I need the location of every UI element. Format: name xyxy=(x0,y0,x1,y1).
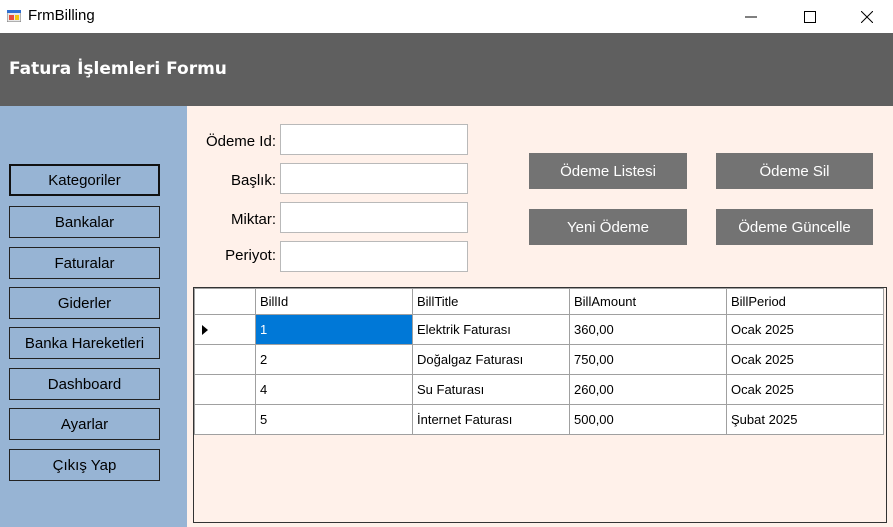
miktar-input[interactable] xyxy=(280,202,468,233)
nav-kategoriler-button[interactable]: Kategoriler xyxy=(9,164,160,196)
table-cell[interactable]: 750,00 xyxy=(569,344,727,375)
column-header-billid[interactable]: BillId xyxy=(255,288,413,315)
row-header-corner xyxy=(194,288,256,315)
odeme-sil-button[interactable]: Ödeme Sil xyxy=(716,153,873,189)
table-row[interactable]: 4 Su Faturası 260,00 Ocak 2025 xyxy=(194,374,884,405)
yeni-odeme-button[interactable]: Yeni Ödeme xyxy=(529,209,687,245)
periyot-input[interactable] xyxy=(280,241,468,272)
column-header-billtitle[interactable]: BillTitle xyxy=(412,288,570,315)
table-cell[interactable]: 4 xyxy=(255,374,413,405)
current-row-arrow-icon xyxy=(202,325,208,335)
table-cell[interactable]: 5 xyxy=(255,404,413,435)
row-header[interactable] xyxy=(194,314,256,345)
close-icon xyxy=(861,10,873,23)
table-cell[interactable]: Ocak 2025 xyxy=(726,314,884,345)
nav-ayarlar-button[interactable]: Ayarlar xyxy=(9,408,160,440)
form-header: Fatura İşlemleri Formu xyxy=(0,33,893,106)
baslik-input[interactable] xyxy=(280,163,468,194)
table-cell[interactable]: 500,00 xyxy=(569,404,727,435)
table-row[interactable]: 2 Doğalgaz Faturası 750,00 Ocak 2025 xyxy=(194,344,884,375)
nav-cikis-yap-button[interactable]: Çıkış Yap xyxy=(9,449,160,481)
table-cell[interactable]: Doğalgaz Faturası xyxy=(412,344,570,375)
sidebar: Kategoriler Bankalar Faturalar Giderler … xyxy=(0,106,187,527)
form-title: Fatura İşlemleri Formu xyxy=(9,59,227,79)
periyot-label: Periyot: xyxy=(225,247,276,264)
window-titlebar: FrmBilling xyxy=(0,0,893,33)
miktar-label: Miktar: xyxy=(231,211,276,228)
table-cell[interactable]: 2 xyxy=(255,344,413,375)
nav-banka-hareketleri-button[interactable]: Banka Hareketleri xyxy=(9,327,160,359)
table-header-row: BillId BillTitle BillAmount BillPeriod xyxy=(194,288,884,315)
app-form-icon xyxy=(6,9,22,23)
nav-dashboard-button[interactable]: Dashboard xyxy=(9,368,160,400)
baslik-label: Başlık: xyxy=(230,172,276,189)
column-header-billamount[interactable]: BillAmount xyxy=(569,288,727,315)
table-cell[interactable]: 360,00 xyxy=(569,314,727,345)
table-cell[interactable]: Su Faturası xyxy=(412,374,570,405)
table-row[interactable]: 1 Elektrik Faturası 360,00 Ocak 2025 xyxy=(194,314,884,345)
odeme-id-label: Ödeme Id: xyxy=(205,133,276,150)
nav-giderler-button[interactable]: Giderler xyxy=(9,287,160,319)
table-row[interactable]: 5 İnternet Faturası 500,00 Şubat 2025 xyxy=(194,404,884,435)
row-header[interactable] xyxy=(194,404,256,435)
close-button[interactable] xyxy=(838,0,893,33)
nav-bankalar-button[interactable]: Bankalar xyxy=(9,206,160,238)
table-cell[interactable]: Elektrik Faturası xyxy=(412,314,570,345)
maximize-button[interactable] xyxy=(781,0,839,33)
odeme-id-input[interactable] xyxy=(280,124,468,155)
table-cell[interactable]: Ocak 2025 xyxy=(726,344,884,375)
row-header[interactable] xyxy=(194,344,256,375)
column-header-billperiod[interactable]: BillPeriod xyxy=(726,288,884,315)
minimize-button[interactable] xyxy=(722,0,780,33)
bills-table: BillId BillTitle BillAmount BillPeriod 1… xyxy=(194,288,884,435)
table-cell[interactable]: 1 xyxy=(255,314,413,345)
bills-data-grid[interactable]: BillId BillTitle BillAmount BillPeriod 1… xyxy=(193,287,887,523)
row-header[interactable] xyxy=(194,374,256,405)
odeme-guncelle-button[interactable]: Ödeme Güncelle xyxy=(716,209,873,245)
odeme-listesi-button[interactable]: Ödeme Listesi xyxy=(529,153,687,189)
nav-faturalar-button[interactable]: Faturalar xyxy=(9,247,160,279)
table-cell[interactable]: Şubat 2025 xyxy=(726,404,884,435)
window-title: FrmBilling xyxy=(28,7,95,24)
table-cell[interactable]: İnternet Faturası xyxy=(412,404,570,435)
table-cell[interactable]: 260,00 xyxy=(569,374,727,405)
table-cell[interactable]: Ocak 2025 xyxy=(726,374,884,405)
maximize-icon xyxy=(804,10,816,23)
minimize-icon xyxy=(745,16,757,17)
